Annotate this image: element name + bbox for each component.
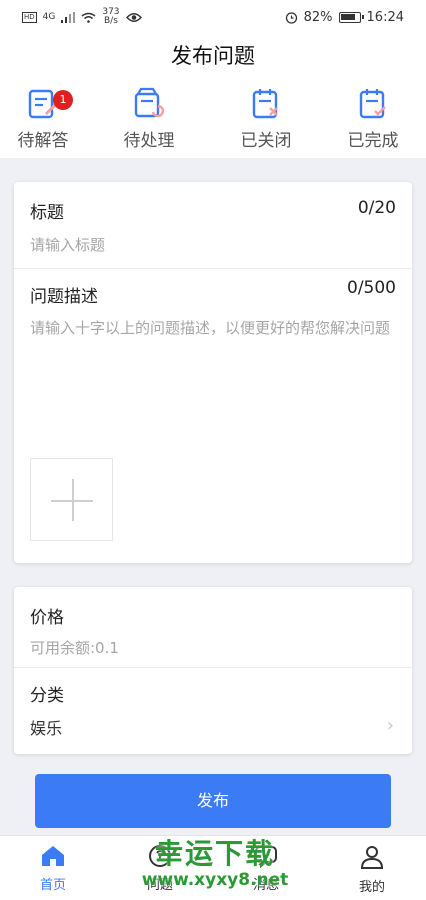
nav-item-profile[interactable]: 我的	[332, 844, 412, 895]
publish-button[interactable]: 发布	[35, 774, 391, 828]
price-input[interactable]: 可用余额:0.1	[30, 637, 119, 658]
eye-icon	[125, 12, 142, 22]
add-image-button[interactable]	[30, 458, 113, 541]
tab-pending-process[interactable]: 待处理	[101, 86, 197, 151]
tab-completed[interactable]: 已完成	[325, 86, 421, 151]
pending-process-icon	[134, 87, 165, 118]
description-char-count: 0/500	[347, 278, 396, 298]
completed-icon	[359, 89, 386, 119]
hd-indicator: HD	[22, 11, 37, 23]
nav-item-question[interactable]: 问题	[120, 844, 200, 893]
bottom-nav: 首页 问题 消息 我的	[0, 835, 426, 900]
nav-label: 首页	[39, 878, 66, 893]
nav-label: 我的	[358, 880, 385, 895]
wifi-icon	[81, 12, 96, 23]
price-label: 价格	[30, 608, 64, 628]
divider	[14, 268, 412, 269]
question-form-card: 标题 0/20 请输入标题 问题描述 0/500 请输入十字以上的问题描述，以便…	[14, 182, 412, 563]
title-char-count: 0/20	[357, 198, 396, 218]
tab-label: 已完成	[347, 131, 399, 151]
tab-closed[interactable]: 已关闭	[218, 86, 314, 151]
category-label: 分类	[30, 686, 64, 706]
question-icon	[149, 845, 171, 867]
signal-icon	[61, 11, 76, 23]
description-label: 问题描述	[30, 287, 98, 307]
description-input[interactable]: 请输入十字以上的问题描述，以便更好的帮您解决问题	[30, 314, 396, 342]
battery-level: 82%	[303, 9, 333, 25]
status-right: 82% 16:24	[285, 10, 404, 25]
category-select[interactable]: 娱乐	[30, 715, 62, 739]
nav-item-messages[interactable]: 消息	[226, 844, 306, 893]
chevron-right-icon[interactable]: ›	[387, 715, 394, 736]
net-speed-unit: B/s	[104, 16, 118, 26]
nav-item-home[interactable]: 首页	[13, 844, 93, 893]
nav-label: 问题	[146, 878, 173, 893]
clock: 16:24	[366, 9, 404, 25]
title-label: 标题	[30, 203, 64, 223]
divider	[14, 667, 412, 668]
title-input[interactable]: 请输入标题	[30, 234, 105, 255]
profile-icon	[360, 846, 384, 869]
nav-label: 消息	[252, 878, 279, 893]
tab-label: 已关闭	[240, 131, 292, 151]
unread-badge: 1	[53, 90, 73, 110]
closed-icon	[252, 89, 278, 119]
net-speed: 373 B/s	[102, 8, 119, 26]
tab-pending-answer[interactable]: 待解答 1	[0, 86, 91, 151]
home-icon	[42, 846, 64, 866]
tab-label: 待解答	[17, 131, 69, 151]
battery-icon	[338, 11, 364, 23]
message-icon	[255, 846, 277, 868]
status-left: HD 4G 373 B/s	[22, 8, 142, 26]
options-card: 价格 可用余额:0.1 分类 娱乐 ›	[14, 587, 412, 754]
page-title: 发布问题	[171, 44, 255, 68]
header: 发布问题 待解答 1 待处理 已关闭 已完成	[0, 34, 426, 158]
network-type: 4G	[42, 12, 56, 22]
status-bar: HD 4G 373 B/s 82% 16:24	[0, 0, 426, 34]
alarm-icon	[285, 11, 297, 24]
tab-label: 待处理	[123, 131, 175, 151]
